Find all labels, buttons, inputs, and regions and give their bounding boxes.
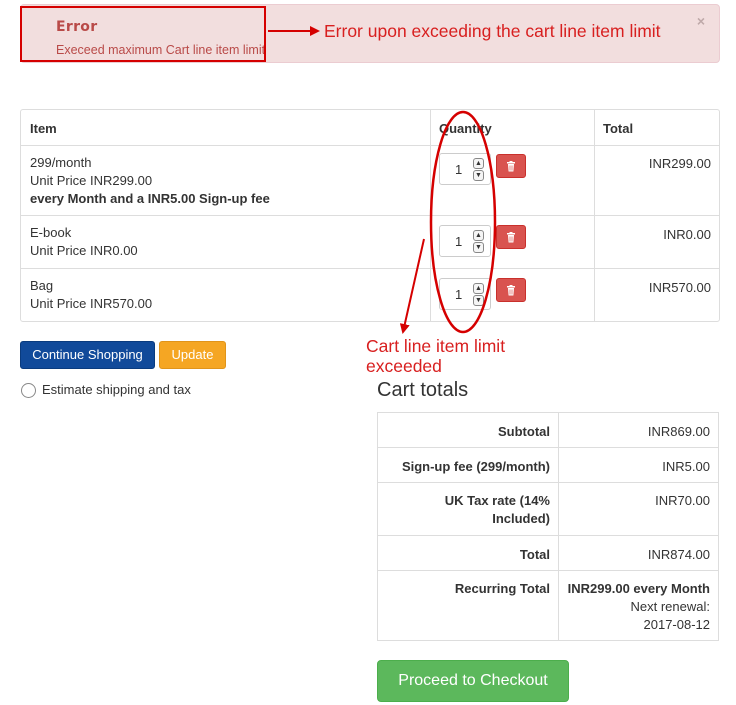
totals-label: Subtotal (498, 424, 550, 439)
next-renewal-date: 2017-08-12 (643, 617, 711, 632)
annotation-limit-line1: Cart line item limit (366, 336, 506, 356)
chevron-down-icon[interactable]: ▼ (473, 242, 484, 253)
totals-row-total: Total INR874.00 (378, 536, 718, 571)
totals-label: Sign-up fee (299/month) (401, 459, 550, 474)
chevron-up-icon[interactable]: ▲ (473, 283, 484, 294)
line-total: INR299.00 (648, 156, 711, 171)
item-unit-price: Unit Price INR299.00 (30, 173, 153, 188)
table-row: 299/month Unit Price INR299.00 every Mon… (21, 146, 719, 216)
trash-icon (507, 232, 515, 243)
quantity-stepper[interactable]: 1 ▲ ▼ (439, 278, 491, 310)
item-unit-price: Unit Price INR0.00 (30, 243, 138, 258)
table-row: E-book Unit Price INR0.00 1 ▲ ▼ INR0.00 (21, 216, 719, 269)
estimate-shipping-radio[interactable] (21, 383, 36, 398)
item-name: 299/month (30, 155, 92, 170)
tax-label-line2: Included) (492, 511, 550, 526)
totals-row-tax: UK Tax rate (14% Included) INR70.00 (378, 483, 718, 536)
estimate-shipping-label: Estimate shipping and tax (42, 382, 191, 397)
quantity-value: 1 (455, 287, 463, 302)
annotation-error-note: Error upon exceeding the cart line item … (324, 21, 661, 41)
header-total: Total (603, 121, 634, 136)
totals-value: INR70.00 (655, 493, 710, 508)
remove-item-button[interactable] (496, 278, 526, 302)
header-item: Item (30, 121, 57, 136)
annotation-limit-line2: exceeded (366, 356, 442, 376)
annotation-limit-note: Cart line item limit exceeded (366, 336, 505, 376)
quantity-stepper[interactable]: 1 ▲ ▼ (439, 225, 491, 257)
annotation-highlight-box (20, 6, 266, 62)
quantity-value: 1 (455, 162, 463, 177)
chevron-down-icon[interactable]: ▼ (473, 170, 484, 181)
update-cart-button[interactable]: Update (159, 341, 226, 369)
cart-table: Item Quantity Total 299/month Unit Price… (20, 109, 720, 322)
table-header-row: Item Quantity Total (21, 110, 719, 146)
cart-totals-table: Subtotal INR869.00 Sign-up fee (299/mont… (377, 412, 719, 641)
item-name: Bag (30, 278, 54, 293)
quantity-value: 1 (455, 234, 463, 249)
chevron-down-icon[interactable]: ▼ (473, 295, 484, 306)
trash-icon (507, 161, 515, 172)
tax-label-line1: UK Tax rate (14% (444, 493, 550, 508)
remove-item-button[interactable] (496, 154, 526, 178)
line-total: INR0.00 (663, 227, 711, 242)
proceed-to-checkout-button[interactable]: Proceed to Checkout (377, 660, 569, 702)
remove-item-button[interactable] (496, 225, 526, 249)
close-icon[interactable]: × (697, 14, 705, 28)
header-quantity: Quantity (439, 121, 492, 136)
continue-shopping-button[interactable]: Continue Shopping (20, 341, 155, 369)
chevron-up-icon[interactable]: ▲ (473, 230, 484, 241)
table-row: Bag Unit Price INR570.00 1 ▲ ▼ INR570.00 (21, 269, 719, 321)
trash-icon (507, 285, 515, 296)
totals-label: UK Tax rate (14% Included) (445, 492, 550, 528)
next-renewal-label: Next renewal: (630, 599, 710, 614)
totals-label: Total (519, 547, 550, 562)
totals-value: INR5.00 (662, 459, 710, 474)
recurring-amount: INR299.00 every Month (567, 581, 710, 596)
item-unit-price: Unit Price INR570.00 (30, 296, 153, 311)
totals-row-signup: Sign-up fee (299/month) INR5.00 (378, 448, 718, 483)
totals-row-subtotal: Subtotal INR869.00 (378, 413, 718, 448)
item-subscription-details: every Month and a INR5.00 Sign-up fee (30, 191, 270, 206)
item-name: E-book (30, 225, 72, 240)
totals-row-recurring: Recurring Total INR299.00 every Month Ne… (378, 571, 718, 640)
line-total: INR570.00 (648, 280, 711, 295)
quantity-stepper[interactable]: 1 ▲ ▼ (439, 153, 491, 185)
cart-totals-title: Cart totals (377, 379, 469, 401)
totals-value: INR869.00 (647, 424, 710, 439)
totals-value: INR874.00 (647, 547, 710, 562)
totals-label: Recurring Total (454, 581, 550, 596)
chevron-up-icon[interactable]: ▲ (473, 158, 484, 169)
recurring-value: INR299.00 every Month Next renewal: 2017… (568, 580, 710, 634)
